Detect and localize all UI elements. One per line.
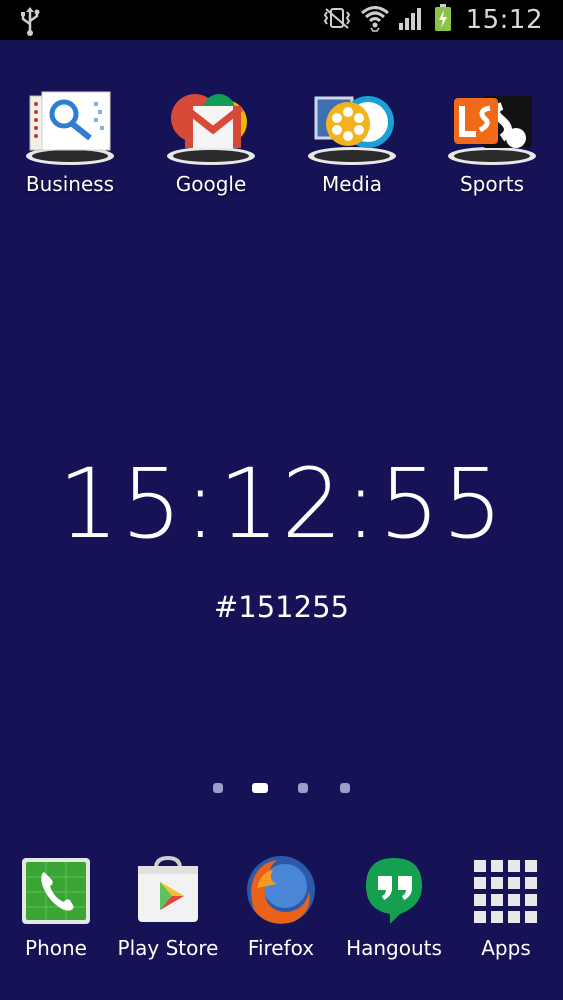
battery-charging-icon xyxy=(434,4,452,36)
usb-icon xyxy=(18,6,42,40)
dock-phone-label: Phone xyxy=(25,936,87,960)
folder-sports-label: Sports xyxy=(459,172,525,196)
vibrate-icon xyxy=(322,6,352,34)
dock-firefox[interactable]: Firefox xyxy=(221,852,341,960)
folder-business-label: Business xyxy=(25,172,115,196)
status-time: 15:12 xyxy=(465,5,543,35)
status-bar[interactable]: 15:12 xyxy=(0,0,563,40)
dock-play-store-label: Play Store xyxy=(117,936,219,960)
folder-sports[interactable]: Sports xyxy=(432,88,552,196)
hangouts-icon xyxy=(356,852,432,928)
dock-apps[interactable]: Apps xyxy=(446,852,563,960)
clock-widget-time[interactable]: 15:12:55 xyxy=(0,448,563,560)
dock-play-store[interactable]: Play Store xyxy=(108,852,228,960)
wifi-icon xyxy=(360,4,390,36)
business-folder-icon xyxy=(24,88,116,168)
page-indicator xyxy=(0,782,563,794)
dock-hangouts-label: Hangouts xyxy=(346,936,442,960)
page-dot xyxy=(298,783,308,793)
google-folder-icon xyxy=(165,88,257,168)
dock-apps-label: Apps xyxy=(481,936,531,960)
signal-icon xyxy=(398,5,426,35)
folder-media-label: Media xyxy=(321,172,383,196)
dock-firefox-label: Firefox xyxy=(247,936,315,960)
folder-google-label: Google xyxy=(175,172,247,196)
folder-media[interactable]: Media xyxy=(292,88,412,196)
phone-icon xyxy=(18,852,94,928)
dock-hangouts[interactable]: Hangouts xyxy=(334,852,454,960)
page-dot xyxy=(340,783,350,793)
folder-business[interactable]: Business xyxy=(10,88,130,196)
play-store-icon xyxy=(130,852,206,928)
clock-widget-hex: #151255 xyxy=(213,590,349,624)
firefox-icon xyxy=(243,852,319,928)
sports-folder-icon xyxy=(446,88,538,168)
media-folder-icon xyxy=(306,88,398,168)
page-dot xyxy=(213,783,223,793)
folder-google[interactable]: Google xyxy=(151,88,271,196)
apps-grid-icon xyxy=(468,852,544,928)
dock-phone[interactable]: Phone xyxy=(0,852,116,960)
page-dot-active xyxy=(252,783,268,793)
